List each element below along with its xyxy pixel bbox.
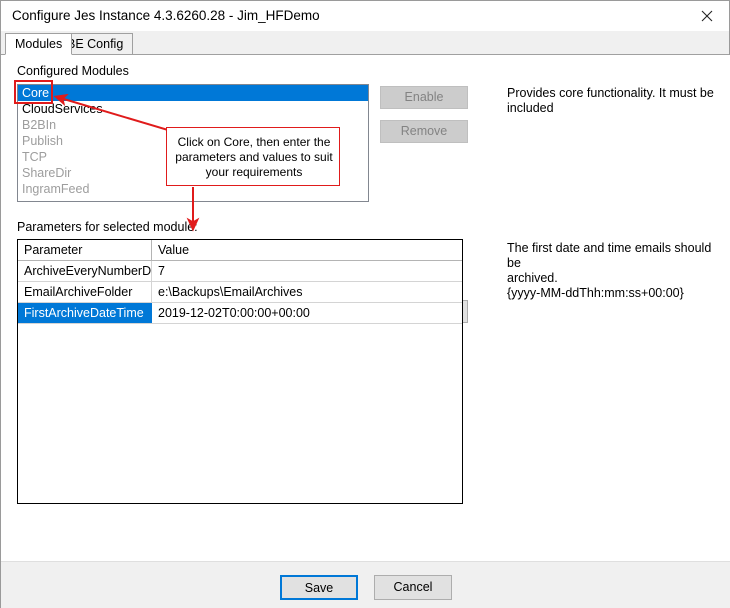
parameter-description: The first date and time emails should be… [507,241,712,300]
table-row[interactable]: EmailArchiveFolder e:\Backups\EmailArchi… [18,282,462,303]
module-list-item-publish[interactable]: Publish [18,133,368,149]
module-list-item-cloudservices[interactable]: CloudServices [18,101,368,117]
title-bar: Configure Jes Instance 4.3.6260.28 - Jim… [1,1,729,31]
cancel-button[interactable]: Cancel [374,575,452,600]
cell-value[interactable]: 2019-12-02T0:00:00+00:00 [152,303,462,323]
column-header-parameter[interactable]: Parameter [18,240,152,260]
parameters-label: Parameters for selected module: [17,220,198,234]
save-button[interactable]: Save [280,575,358,600]
remove-button[interactable]: Remove [380,120,468,143]
cell-parameter[interactable]: EmailArchiveFolder [18,282,152,302]
table-row[interactable]: ArchiveEveryNumberD... 7 [18,261,462,282]
module-description: Provides core functionality. It must be … [507,86,714,115]
module-list-item-core[interactable]: Core [18,85,368,101]
configured-modules-label: Configured Modules [17,64,129,78]
configure-jes-instance-window: Configure Jes Instance 4.3.6260.28 - Jim… [0,0,730,608]
window-title: Configure Jes Instance 4.3.6260.28 - Jim… [12,8,320,23]
configured-modules-list[interactable]: Core CloudServices B2BIn Publish TCP Sha… [17,84,369,202]
table-header-row: Parameter Value [18,240,462,261]
modules-tab-panel: Configured Modules Core CloudServices B2… [1,55,730,561]
enable-button[interactable]: Enable [380,86,468,109]
cell-value[interactable]: 7 [152,261,462,281]
cell-value[interactable]: e:\Backups\EmailArchives [152,282,462,302]
close-icon[interactable] [684,1,729,30]
module-list-item-tcp[interactable]: TCP [18,149,368,165]
dialog-footer: Save Cancel [1,561,730,608]
tab-modules[interactable]: Modules [5,33,73,55]
module-list-item-sharedir[interactable]: ShareDir [18,165,368,181]
parameters-table[interactable]: Parameter Value ArchiveEveryNumberD... 7… [17,239,463,504]
module-list-item-ingramfeed[interactable]: IngramFeed [18,181,368,197]
module-list-item-b2bin[interactable]: B2BIn [18,117,368,133]
tab-strip: Modules BE Config [1,31,729,55]
column-header-value[interactable]: Value [152,240,462,260]
cell-parameter[interactable]: ArchiveEveryNumberD... [18,261,152,281]
cell-parameter[interactable]: FirstArchiveDateTime [18,303,152,323]
table-row[interactable]: FirstArchiveDateTime 2019-12-02T0:00:00+… [18,303,462,324]
